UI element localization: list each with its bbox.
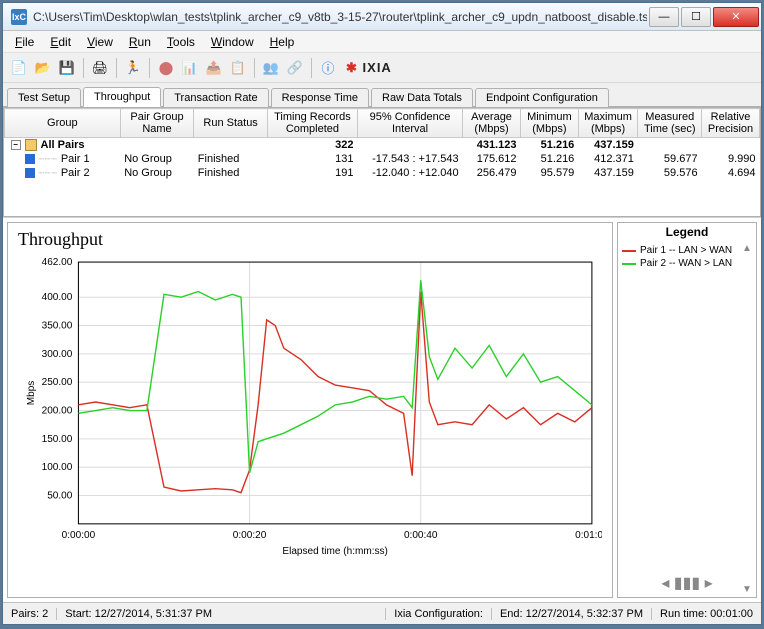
menu-window[interactable]: Window	[205, 33, 260, 51]
col-rp[interactable]: RelativePrecision	[702, 109, 760, 138]
col-pairgroup[interactable]: Pair GroupName	[120, 109, 194, 138]
col-mt[interactable]: MeasuredTime (sec)	[638, 109, 702, 138]
tab-raw-data-totals[interactable]: Raw Data Totals	[371, 88, 473, 107]
svg-text:0:00:40: 0:00:40	[404, 530, 438, 541]
legend-panel: Legend Pair 1 -- LAN > WAN Pair 2 -- WAN …	[617, 222, 757, 598]
menu-view[interactable]: View	[81, 33, 119, 51]
scroll-down-icon[interactable]: ▼	[742, 584, 754, 595]
run-icon[interactable]: 🏃	[123, 58, 143, 78]
app-window: IxC C:\Users\Tim\Desktop\wlan_tests\tpli…	[2, 2, 762, 625]
col-trc[interactable]: Timing RecordsCompleted	[267, 109, 357, 138]
svg-text:300.00: 300.00	[42, 349, 73, 360]
menu-run[interactable]: Run	[123, 33, 157, 51]
open-icon[interactable]: 📂	[33, 58, 53, 78]
col-ci[interactable]: 95% ConfidenceInterval	[357, 109, 462, 138]
menu-tools[interactable]: Tools	[161, 33, 201, 51]
svg-text:0:00:00: 0:00:00	[62, 530, 96, 541]
chart-panel: Throughput 50.00 100.00 150.00 200.00 250.00…	[7, 222, 613, 598]
tab-response-time[interactable]: Response Time	[271, 88, 369, 107]
svg-text:462.00: 462.00	[42, 257, 73, 268]
status-runtime: Run time: 00:01:00	[652, 608, 761, 620]
info-icon[interactable]: ⓘ	[318, 58, 338, 78]
svg-text:250.00: 250.00	[42, 377, 73, 388]
svg-text:Mbps: Mbps	[26, 381, 37, 406]
app-icon: IxC	[11, 9, 27, 25]
menubar: File Edit View Run Tools Window Help	[3, 31, 761, 53]
pairs-icon[interactable]: 👥	[261, 58, 281, 78]
status-pairs: Pairs: 2	[3, 608, 57, 620]
titlebar: IxC C:\Users\Tim\Desktop\wlan_tests\tpli…	[3, 3, 761, 31]
col-min[interactable]: Minimum(Mbps)	[520, 109, 578, 138]
toolbar: 📄 📂 💾 🖨 🏃 ⬤ 📊 📤 📋 👥 🔗 ⓘ ✱ IXIA	[3, 53, 761, 83]
separator	[116, 58, 117, 78]
legend-item[interactable]: Pair 1 -- LAN > WAN	[622, 245, 752, 256]
col-avg[interactable]: Average(Mbps)	[463, 109, 521, 138]
status-bar: Pairs: 2 Start: 12/27/2014, 5:31:37 PM I…	[3, 602, 761, 624]
svg-text:50.00: 50.00	[47, 491, 73, 502]
svg-text:Elapsed time (h:mm:ss): Elapsed time (h:mm:ss)	[282, 546, 388, 557]
status-end: End: 12/27/2014, 5:32:37 PM	[492, 608, 652, 620]
brand-logo: ✱ IXIA	[346, 60, 392, 76]
svg-text:150.00: 150.00	[42, 434, 73, 445]
link-icon[interactable]: 🔗	[285, 58, 305, 78]
copy-icon[interactable]: 📋	[228, 58, 248, 78]
tab-throughput[interactable]: Throughput	[83, 87, 161, 107]
col-max[interactable]: Maximum(Mbps)	[578, 109, 638, 138]
export-icon[interactable]: 📤	[204, 58, 224, 78]
results-grid: Group Pair GroupName Run Status Timing R…	[3, 107, 761, 217]
table-row[interactable]: −All Pairs 322431.12351.216 437.159	[5, 138, 760, 153]
svg-text:0:00:20: 0:00:20	[233, 530, 267, 541]
table-row[interactable]: ┈┈┈ Pair 2 No GroupFinished 191-12.040 :…	[5, 166, 760, 180]
chart-title: Throughput	[18, 229, 602, 250]
svg-text:400.00: 400.00	[42, 292, 73, 303]
col-runstatus[interactable]: Run Status	[194, 109, 268, 138]
status-start: Start: 12/27/2014, 5:31:37 PM	[57, 608, 386, 620]
separator	[149, 58, 150, 78]
print-icon[interactable]: 🖨	[90, 58, 110, 78]
minimize-button[interactable]: —	[649, 7, 679, 27]
tabs-bar: Test Setup Throughput Transaction Rate R…	[3, 83, 761, 107]
window-title: C:\Users\Tim\Desktop\wlan_tests\tplink_a…	[33, 10, 647, 24]
legend-title: Legend	[618, 223, 756, 241]
svg-text:100.00: 100.00	[42, 462, 73, 473]
chart-area: Throughput 50.00 100.00 150.00 200.00 250.00…	[3, 217, 761, 602]
separator	[311, 58, 312, 78]
legend-scrollbar[interactable]: ◂ ▮▮▮ ▸	[618, 569, 756, 597]
close-button[interactable]: ✕	[713, 7, 759, 27]
menu-edit[interactable]: Edit	[44, 33, 77, 51]
separator	[83, 58, 84, 78]
svg-text:350.00: 350.00	[42, 321, 73, 332]
new-icon[interactable]: 📄	[9, 58, 29, 78]
menu-help[interactable]: Help	[264, 33, 301, 51]
svg-text:0:01:00: 0:01:00	[575, 530, 602, 541]
legend-item[interactable]: Pair 2 -- WAN > LAN	[622, 258, 752, 269]
stop-icon[interactable]: ⬤	[156, 58, 176, 78]
tab-endpoint-config[interactable]: Endpoint Configuration	[475, 88, 609, 107]
save-icon[interactable]: 💾	[57, 58, 77, 78]
svg-text:200.00: 200.00	[42, 406, 73, 417]
tab-transaction-rate[interactable]: Transaction Rate	[163, 88, 268, 107]
table-row[interactable]: ┈┈┈ Pair 1 No GroupFinished 131-17.543 :…	[5, 152, 760, 166]
tab-test-setup[interactable]: Test Setup	[7, 88, 81, 107]
scroll-up-icon[interactable]: ▲	[742, 243, 754, 254]
status-config: Ixia Configuration:	[386, 608, 492, 620]
maximize-button[interactable]: ☐	[681, 7, 711, 27]
col-group[interactable]: Group	[5, 109, 121, 138]
separator	[254, 58, 255, 78]
report-icon[interactable]: 📊	[180, 58, 200, 78]
menu-file[interactable]: File	[9, 33, 40, 51]
throughput-chart: 50.00 100.00 150.00 200.00 250.00 300.00 350.0…	[18, 252, 602, 564]
